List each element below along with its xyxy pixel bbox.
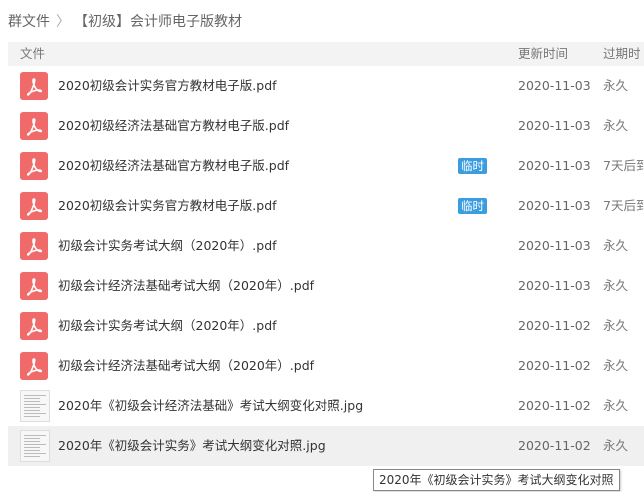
file-row[interactable]: 2020初级经济法基础官方教材电子版.pdf 临时 2020-11-03 7天后到 [8,146,644,186]
file-expiry: 永久 [603,278,629,293]
pdf-file-icon [20,152,48,180]
breadcrumb-separator: 〉 [56,14,70,30]
file-name[interactable]: 初级会计实务考试大纲（2020年）.pdf [58,226,277,266]
pdf-file-icon [20,312,48,340]
file-name[interactable]: 2020年《初级会计经济法基础》考试大纲变化对照.jpg [58,386,363,426]
file-name[interactable]: 初级会计经济法基础考试大纲（2020年）.pdf [58,266,314,306]
file-row[interactable]: 初级会计实务考试大纲（2020年）.pdf 2020-11-03 永久 [8,226,644,266]
file-row[interactable]: 初级会计实务考试大纲（2020年）.pdf 2020-11-02 永久 [8,306,644,346]
file-updated-date: 2020-11-02 [518,438,591,453]
file-list-header: 文件 更新时间 过期时 [8,42,644,66]
file-expiry: 永久 [603,438,629,453]
file-updated-date: 2020-11-02 [518,398,591,413]
file-row[interactable]: 2020年《初级会计经济法基础》考试大纲变化对照.jpg 2020-11-02 永久 [8,386,644,426]
file-name[interactable]: 初级会计实务考试大纲（2020年）.pdf [58,306,277,346]
file-expiry: 7天后到 [603,198,644,213]
file-expiry: 永久 [603,78,629,93]
image-file-icon [20,390,50,422]
file-updated-date: 2020-11-02 [518,318,591,333]
pdf-file-icon [20,112,48,140]
file-name[interactable]: 2020初级会计实务官方教材电子版.pdf [58,186,277,226]
file-name[interactable]: 2020初级经济法基础官方教材电子版.pdf [58,146,289,186]
file-expiry: 永久 [603,398,629,413]
breadcrumb: 群文件 〉 【初级】会计师电子版教材 [8,8,242,34]
file-updated-date: 2020-11-03 [518,278,591,293]
breadcrumb-root[interactable]: 群文件 [8,11,50,31]
file-name[interactable]: 2020年《初级会计实务》考试大纲变化对照.jpg [58,426,326,466]
temporary-badge: 临时 [458,158,487,174]
file-name[interactable]: 初级会计经济法基础考试大纲（2020年）.pdf [58,346,314,386]
file-expiry: 永久 [603,358,629,373]
file-updated-date: 2020-11-03 [518,238,591,253]
file-expiry: 7天后到 [603,158,644,173]
column-header-expiry[interactable]: 过期时 [603,42,641,66]
file-row[interactable]: 初级会计经济法基础考试大纲（2020年）.pdf 2020-11-03 永久 [8,266,644,306]
image-file-icon [20,430,50,462]
temporary-badge: 临时 [458,198,487,214]
file-updated-date: 2020-11-03 [518,78,591,93]
file-row[interactable]: 初级会计经济法基础考试大纲（2020年）.pdf 2020-11-02 永久 [8,346,644,386]
file-list: 2020初级会计实务官方教材电子版.pdf 2020-11-03 永久 2020初级经… [8,66,644,466]
pdf-file-icon [20,192,48,220]
file-row[interactable]: 2020初级会计实务官方教材电子版.pdf 临时 2020-11-03 7天后到 [8,186,644,226]
file-name[interactable]: 2020初级经济法基础官方教材电子版.pdf [58,106,289,146]
pdf-file-icon [20,272,48,300]
file-expiry: 永久 [603,318,629,333]
pdf-file-icon [20,232,48,260]
file-row[interactable]: 2020初级经济法基础官方教材电子版.pdf 2020-11-03 永久 [8,106,644,146]
pdf-file-icon [20,72,48,100]
file-updated-date: 2020-11-03 [518,158,591,173]
file-expiry: 永久 [603,238,629,253]
file-row[interactable]: 2020初级会计实务官方教材电子版.pdf 2020-11-03 永久 [8,66,644,106]
file-updated-date: 2020-11-02 [518,358,591,373]
file-updated-date: 2020-11-03 [518,118,591,133]
column-header-file[interactable]: 文件 [20,42,45,66]
pdf-file-icon [20,352,48,380]
file-expiry: 永久 [603,118,629,133]
file-row[interactable]: 2020年《初级会计实务》考试大纲变化对照.jpg 2020-11-02 永久 [8,426,644,466]
column-header-updated[interactable]: 更新时间 [518,42,568,66]
file-name[interactable]: 2020初级会计实务官方教材电子版.pdf [58,66,277,106]
breadcrumb-current: 【初级】会计师电子版教材 [74,14,242,30]
file-updated-date: 2020-11-03 [518,198,591,213]
filename-tooltip: 2020年《初级会计实务》考试大纲变化对照 [373,469,620,491]
